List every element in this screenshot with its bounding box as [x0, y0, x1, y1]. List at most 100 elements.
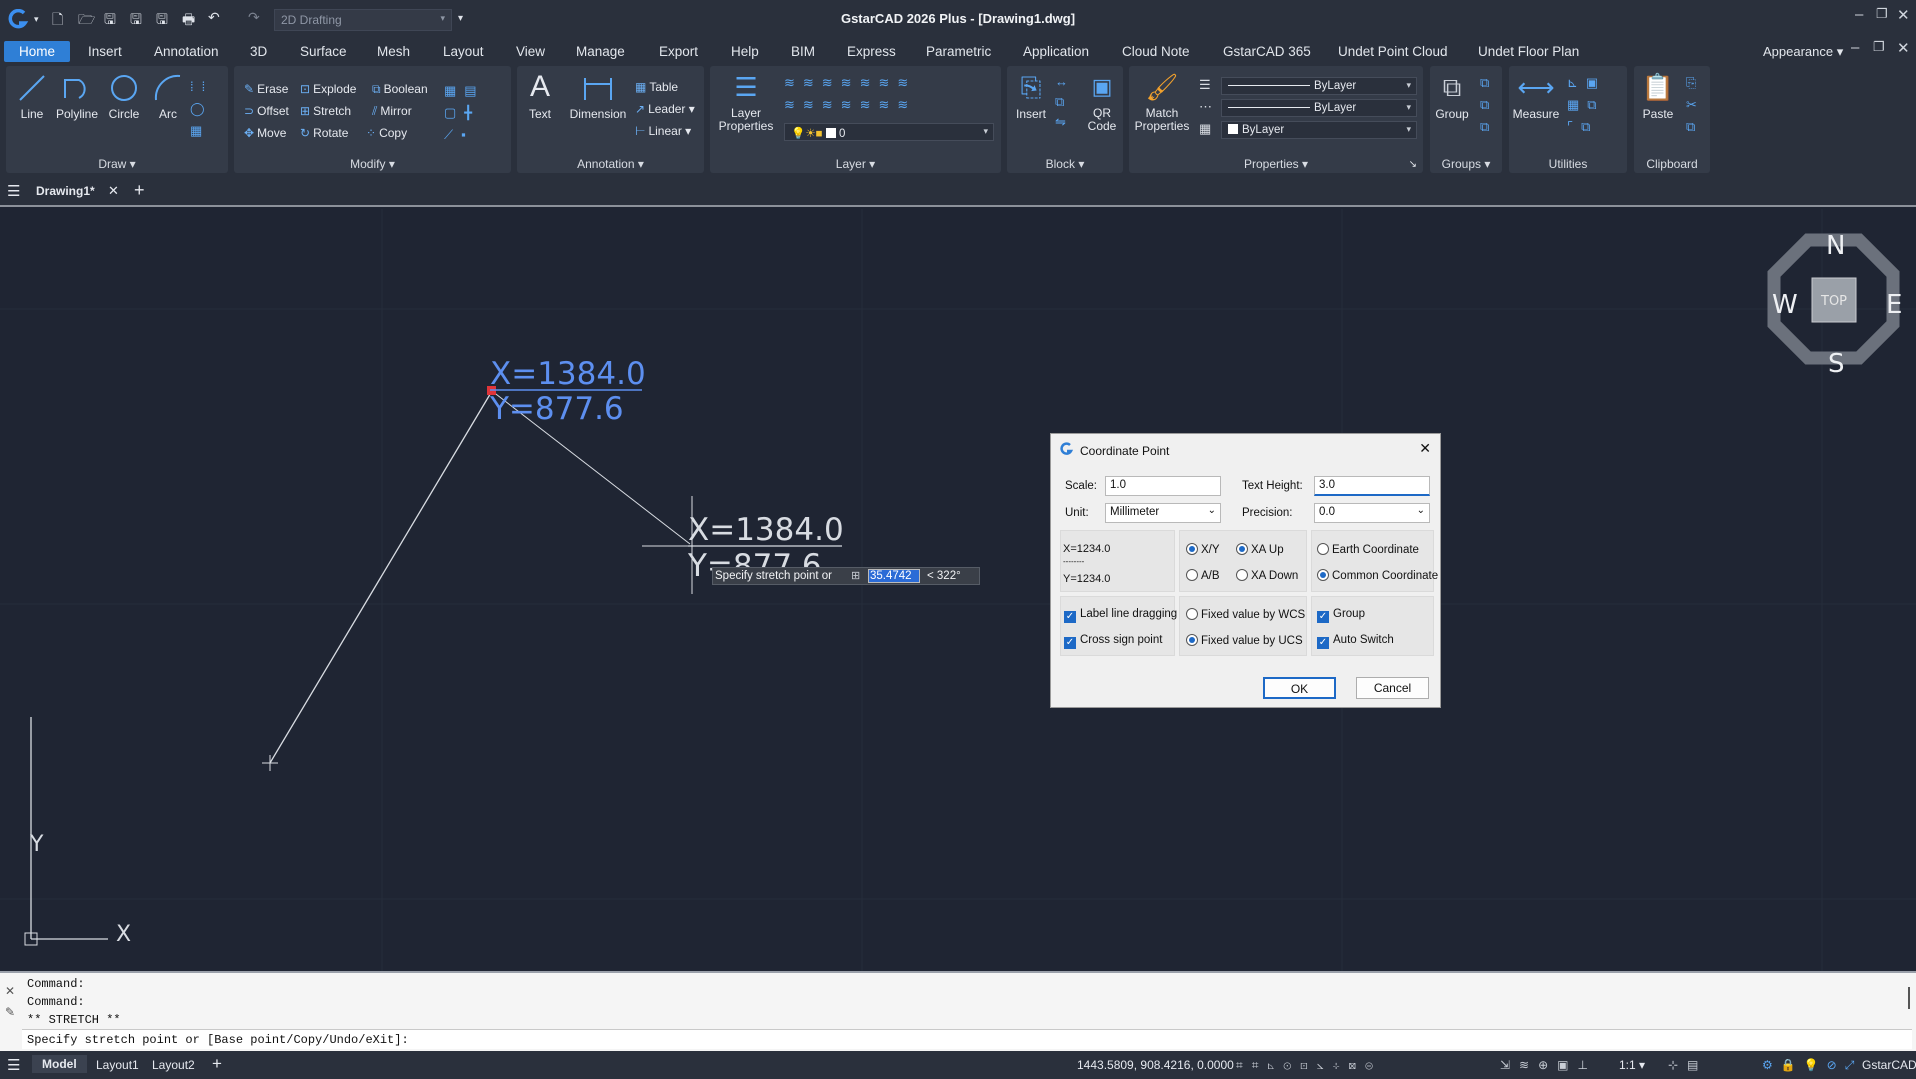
compass-s[interactable]: S: [1828, 349, 1845, 379]
layer-panel-title[interactable]: Layer ▾: [710, 157, 1001, 171]
option-earth-coordinate[interactable]: Earth Coordinate: [1317, 543, 1419, 556]
option-xa-up[interactable]: XA Up: [1236, 543, 1284, 556]
erase-button[interactable]: ✎ Erase: [244, 82, 288, 96]
checkbox-label-line-dragging[interactable]: ✓ Label line dragging: [1064, 608, 1177, 623]
command-close-icon[interactable]: ✕: [5, 984, 15, 998]
radio-common[interactable]: [1317, 569, 1329, 581]
stretch-button[interactable]: ⊞ Stretch: [300, 104, 351, 118]
radio-wcs[interactable]: [1186, 608, 1198, 620]
properties-icons[interactable]: ☰ ⋯ ▦: [1199, 74, 1220, 140]
option-ab[interactable]: A/B: [1186, 569, 1220, 582]
option-xa-down[interactable]: XA Down: [1236, 569, 1298, 582]
dynamic-input-options-icon[interactable]: ⊞: [851, 569, 860, 582]
linetype-select[interactable]: ByLayer ▾: [1221, 99, 1417, 117]
color-select[interactable]: ByLayer ▾: [1221, 77, 1417, 95]
line-button[interactable]: Line: [12, 72, 52, 121]
annotation-panel-title[interactable]: Annotation ▾: [517, 157, 704, 171]
tab-parametric[interactable]: Parametric: [918, 41, 999, 62]
modify-extra-icons[interactable]: ▦▤ ▢╋ ⟋▪: [444, 80, 485, 146]
option-fixed-ucs[interactable]: Fixed value by UCS: [1186, 634, 1303, 647]
tab-application[interactable]: Application: [1015, 41, 1097, 62]
dialog-close-icon[interactable]: ✕: [1419, 440, 1431, 457]
group-button[interactable]: ⧉ Group: [1432, 72, 1472, 121]
tab-surface[interactable]: Surface: [292, 41, 355, 62]
new-tab-icon[interactable]: +: [134, 180, 145, 201]
groups-panel-title[interactable]: Groups ▾: [1430, 157, 1502, 171]
tab-help[interactable]: Help: [723, 41, 767, 62]
tab-annotation[interactable]: Annotation: [146, 41, 227, 62]
cancel-button[interactable]: Cancel: [1356, 677, 1429, 699]
draw-panel-title[interactable]: Draw ▾: [6, 157, 228, 171]
option-xy[interactable]: X/Y: [1186, 543, 1220, 556]
dimension-button[interactable]: Dimension: [567, 72, 629, 121]
unit-select[interactable]: Millimeter ⌄: [1105, 503, 1221, 523]
tab-home[interactable]: Home: [4, 41, 71, 62]
dynamic-input-field[interactable]: 35.4742: [868, 569, 920, 583]
view-tool-icons[interactable]: ⇲≋⊕▣⊥: [1500, 1058, 1597, 1072]
layer-select[interactable]: 💡☀■ 0 ▾: [784, 123, 994, 141]
add-layout-icon[interactable]: +: [212, 1054, 222, 1074]
option-fixed-wcs[interactable]: Fixed value by WCS: [1186, 608, 1305, 621]
copy-button[interactable]: ⁘ Copy: [366, 126, 407, 140]
tab-layout[interactable]: Layout: [435, 41, 492, 62]
table-button[interactable]: ▦ Table: [635, 80, 678, 94]
radio-ucs[interactable]: [1186, 634, 1198, 646]
tab-manage[interactable]: Manage: [568, 41, 633, 62]
insert-button[interactable]: ⎘ Insert: [1011, 72, 1051, 121]
ok-button[interactable]: OK: [1263, 677, 1336, 699]
tab-gstarcad-365[interactable]: GstarCAD 365: [1215, 41, 1319, 62]
option-common-coordinate[interactable]: Common Coordinate: [1317, 569, 1438, 582]
restore-icon[interactable]: ❐: [1876, 6, 1888, 22]
appearance-menu[interactable]: Appearance ▾: [1755, 41, 1851, 63]
scale-input[interactable]: 1.0: [1105, 476, 1221, 496]
tab-3d[interactable]: 3D: [242, 41, 275, 62]
drawing-area[interactable]: X=1384.0 Y=877.6 X=1384.0 Y=877.6 Y X TO…: [0, 209, 1916, 971]
radio-ab[interactable]: [1186, 569, 1198, 581]
properties-panel-title[interactable]: Properties ▾: [1129, 157, 1423, 171]
layout2-tab[interactable]: Layout2: [152, 1058, 195, 1072]
tab-view[interactable]: View: [508, 41, 553, 62]
viewcube[interactable]: TOP N S W E: [1767, 231, 1902, 379]
utilities-tool-icons[interactable]: ⊾▣ ▦⧉ ⌜⧉: [1567, 72, 1606, 138]
layout1-tab[interactable]: Layout1: [96, 1058, 139, 1072]
tab-bim[interactable]: BIM: [783, 41, 823, 62]
offset-button[interactable]: ⊃ Offset: [244, 104, 289, 118]
layer-properties-button[interactable]: ☰ Layer Properties: [716, 72, 776, 133]
compass-n[interactable]: N: [1826, 231, 1845, 261]
workspace-tool-icons[interactable]: ⊹▤: [1668, 1058, 1707, 1072]
measure-button[interactable]: ⟷ Measure: [1511, 72, 1561, 121]
move-button[interactable]: ✥ Move: [244, 126, 286, 140]
tab-undet-point-cloud[interactable]: Undet Point Cloud: [1330, 41, 1456, 62]
explode-button[interactable]: ⊡ Explode: [300, 82, 356, 96]
tab-export[interactable]: Export: [651, 41, 706, 62]
command-input-line[interactable]: Specify stretch point or [Base point/Cop…: [22, 1029, 1912, 1049]
hamburger-icon[interactable]: ☰: [7, 182, 20, 200]
radio-earth[interactable]: [1317, 543, 1329, 555]
arc-button[interactable]: Arc: [148, 72, 188, 121]
draw-extra-icons[interactable]: ⁞⁞ ◯ ▦: [190, 76, 213, 142]
doc-tab-drawing1[interactable]: Drawing1*: [36, 184, 95, 198]
model-tab[interactable]: Model: [32, 1055, 87, 1073]
doc-restore-icon[interactable]: ❐: [1873, 39, 1885, 55]
tab-cloud-note[interactable]: Cloud Note: [1114, 41, 1198, 62]
command-scroll-icon[interactable]: [1908, 987, 1910, 1009]
linear-button[interactable]: ⊢ Linear ▾: [635, 124, 691, 138]
command-settings-icon[interactable]: ✎: [5, 1005, 15, 1019]
circle-button[interactable]: Circle: [104, 72, 144, 121]
compass-w[interactable]: W: [1772, 290, 1798, 320]
rotate-button[interactable]: ↻ Rotate: [300, 126, 348, 140]
group-tool-icons[interactable]: ⧉ ⧉ ⧉: [1480, 72, 1497, 138]
block-panel-title[interactable]: Block ▾: [1007, 157, 1123, 171]
doc-tab-close-icon[interactable]: ✕: [108, 183, 119, 199]
lineweight-select[interactable]: ByLayer ▾: [1221, 121, 1417, 139]
viewcube-top-label[interactable]: TOP: [1820, 294, 1847, 309]
checkbox-cross-sign-point[interactable]: ✓ Cross sign point: [1064, 634, 1162, 649]
text-button[interactable]: A Text: [523, 72, 557, 122]
status-menu-icon[interactable]: ☰: [7, 1056, 20, 1074]
tab-undet-floor-plan[interactable]: Undet Floor Plan: [1470, 41, 1587, 62]
boolean-button[interactable]: ⧉ Boolean: [372, 82, 428, 97]
settings-icons[interactable]: ⚙🔒💡⊘⤢: [1762, 1058, 1862, 1073]
modify-panel-title[interactable]: Modify ▾: [234, 157, 511, 171]
clipboard-tool-icons[interactable]: ⎘ ✂ ⧉: [1686, 72, 1705, 138]
block-tool-icons[interactable]: ↔ ⧉ ⇋: [1055, 72, 1076, 132]
